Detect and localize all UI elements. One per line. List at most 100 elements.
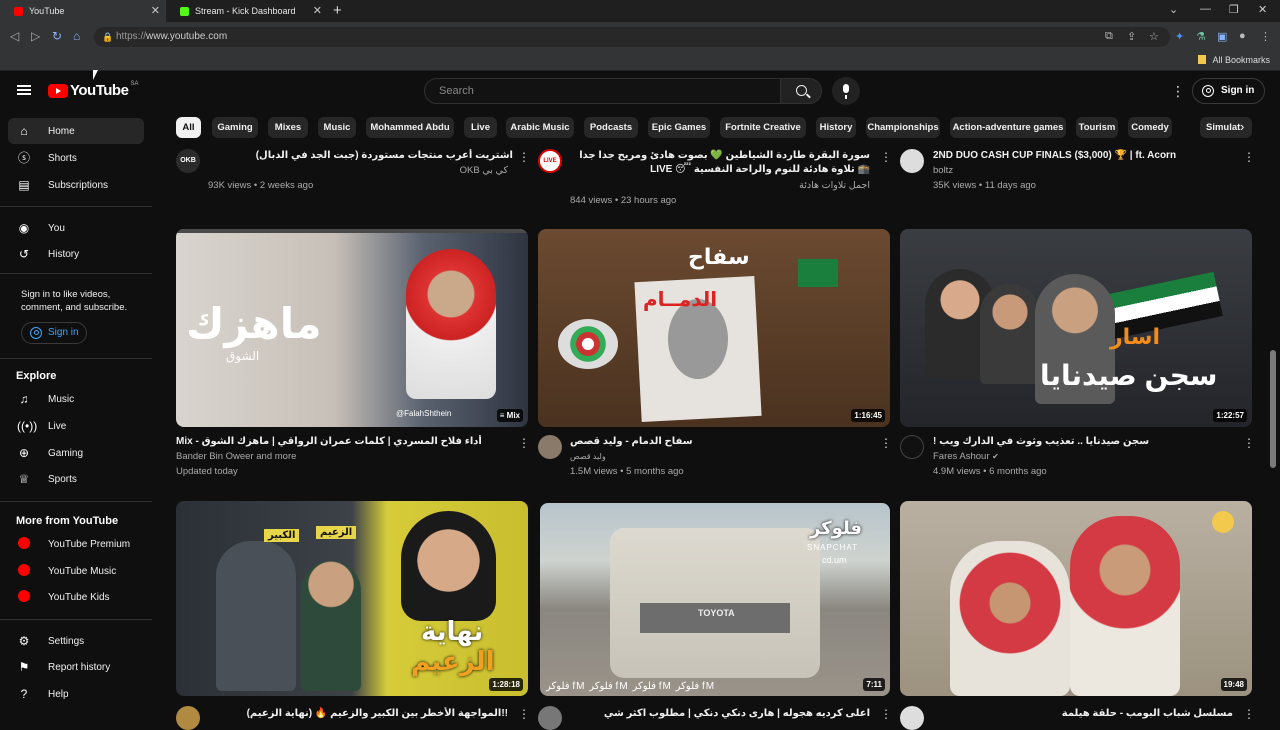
- chevron-right-icon[interactable]: ›: [1240, 119, 1244, 134]
- channel-avatar[interactable]: [538, 435, 562, 459]
- sidebar-item-report-history[interactable]: ⚑ Report history: [8, 654, 144, 680]
- page-scrollbar[interactable]: [1270, 350, 1276, 468]
- sidebar-item-youtube-music[interactable]: YouTube Music: [8, 558, 144, 584]
- reload-icon[interactable]: ↻: [52, 29, 62, 43]
- channel-avatar[interactable]: [900, 149, 924, 173]
- close-tab-icon[interactable]: ✕: [313, 4, 322, 17]
- chip-all[interactable]: All: [176, 117, 201, 138]
- share-icon[interactable]: ⇪: [1127, 30, 1136, 43]
- browser-tab-kick[interactable]: Stream - Kick Dashboard ✕: [166, 0, 328, 22]
- video-thumbnail[interactable]: سفاح الدمــام 1:16:45: [538, 229, 890, 427]
- chip[interactable]: Mixes: [268, 117, 308, 138]
- video-title[interactable]: 2ND DUO CASH CUP FINALS ($3,000) 🏆 | ft.…: [933, 149, 1233, 163]
- channel-name[interactable]: Fares Ashour ✔: [933, 450, 999, 464]
- more-actions-icon[interactable]: ⋮: [1243, 707, 1255, 721]
- video-title[interactable]: اعلى كرديه هجوله | هارى دنكي دنكي | مطلو…: [570, 707, 870, 721]
- more-actions-icon[interactable]: ⋮: [1243, 150, 1255, 164]
- more-actions-icon[interactable]: ⋮: [880, 150, 892, 164]
- channel-avatar[interactable]: [538, 706, 562, 730]
- video-title[interactable]: Mix - أداء فلاح المسردي | كلمات عمران ال…: [176, 435, 506, 449]
- video-title[interactable]: سجن صيدنايا .. تعذيب وثوث في الدارك ويب …: [933, 435, 1233, 449]
- channel-avatar[interactable]: OKB: [176, 149, 200, 173]
- sidebar-item-settings[interactable]: ⚙ Settings: [8, 628, 144, 654]
- channel-name[interactable]: boltz: [933, 164, 953, 178]
- channel-avatar[interactable]: [176, 706, 200, 730]
- sidebar-item-youtube-kids[interactable]: YouTube Kids: [8, 584, 144, 610]
- chip[interactable]: Comedy: [1128, 117, 1172, 138]
- chip[interactable]: Mohammed Abdu: [366, 117, 454, 138]
- extension-icon[interactable]: ✦: [1175, 30, 1184, 43]
- video-thumbnail[interactable]: ماهزك الشوق @FalahShthein ≡ Mix: [176, 229, 528, 427]
- sidebar-item-gaming[interactable]: ⊕ Gaming: [8, 440, 144, 466]
- chip[interactable]: Tourism: [1076, 117, 1118, 138]
- video-title[interactable]: اشتريت أعرب منتجات مستوردة (جبت الجد في …: [208, 149, 513, 163]
- channel-name[interactable]: كي بي OKB: [208, 164, 508, 178]
- search-input[interactable]: Search: [424, 78, 781, 104]
- forward-icon[interactable]: ▷: [31, 29, 40, 43]
- sidebar-item-music[interactable]: ♫ Music: [8, 386, 144, 412]
- more-actions-icon[interactable]: ⋮: [518, 707, 530, 721]
- chip[interactable]: Action-adventure games: [950, 117, 1066, 138]
- video-title[interactable]: مسلسل شباب البومب - حلقة هيلمة: [933, 707, 1233, 721]
- extension-icon[interactable]: ⚗: [1196, 30, 1206, 43]
- more-actions-icon[interactable]: ⋮: [1243, 436, 1255, 450]
- chip[interactable]: Podcasts: [584, 117, 638, 138]
- install-app-icon[interactable]: ⧉: [1105, 30, 1113, 43]
- search-button[interactable]: [780, 78, 822, 104]
- profile-icon[interactable]: ●: [1239, 30, 1246, 42]
- sidebar-sign-in-button[interactable]: Sign in: [21, 322, 87, 344]
- sidebar-item-home[interactable]: ⌂ Home: [8, 118, 144, 144]
- site-info-icon[interactable]: 🔒: [102, 27, 113, 47]
- minimize-icon[interactable]: —: [1200, 3, 1211, 15]
- sidebar-item-live[interactable]: ((•)) Live: [8, 413, 144, 439]
- more-actions-icon[interactable]: ⋮: [880, 436, 892, 450]
- video-title[interactable]: سفاح الدمام - وليد قصص: [570, 435, 870, 449]
- url-field[interactable]: 🔒 https://www.youtube.com: [94, 27, 1170, 47]
- hamburger-menu-icon[interactable]: [17, 85, 31, 95]
- chip[interactable]: Live: [464, 117, 497, 138]
- bookmark-icon[interactable]: ☆: [1149, 30, 1159, 43]
- chip[interactable]: Gaming: [212, 117, 258, 138]
- sidebar-item-you[interactable]: ◉ You: [8, 215, 144, 241]
- restore-icon[interactable]: ❐: [1229, 3, 1239, 16]
- browser-menu-icon[interactable]: ⋮: [1260, 30, 1271, 43]
- video-thumbnail[interactable]: الكبير الزعيم نهاية الزعيم 1:28:18: [176, 501, 528, 696]
- video-title[interactable]: سورة البقرة طاردة الشياطين 💚 بصوت هادئ و…: [570, 149, 870, 179]
- youtube-logo[interactable]: YouTube SA: [48, 81, 138, 99]
- sidebar-item-subscriptions[interactable]: ▤ Subscriptions: [8, 172, 144, 198]
- close-window-icon[interactable]: ✕: [1258, 3, 1267, 16]
- sidebar-item-help[interactable]: ? Help: [8, 681, 144, 707]
- all-bookmarks-button[interactable]: All Bookmarks: [1198, 55, 1270, 65]
- more-actions-icon[interactable]: ⋮: [518, 436, 530, 450]
- settings-menu-icon[interactable]: ⋮: [1171, 83, 1185, 100]
- chip[interactable]: Music: [318, 117, 356, 138]
- side-panel-icon[interactable]: ▣: [1217, 30, 1227, 43]
- chip[interactable]: History: [816, 117, 856, 138]
- tab-search-icon[interactable]: ⌄: [1169, 3, 1178, 16]
- chip[interactable]: Championships: [866, 117, 940, 138]
- channel-avatar[interactable]: [900, 435, 924, 459]
- voice-search-icon[interactable]: [832, 77, 860, 105]
- video-thumbnail[interactable]: اسار سجن صيدنايا 1:22:57: [900, 229, 1252, 427]
- channel-name[interactable]: اجمل تلاوات هادئة: [570, 179, 870, 193]
- sign-in-button[interactable]: Sign in: [1192, 78, 1266, 104]
- video-title[interactable]: !!المواجهة الأخطر بين الكبير والزعيم 🔥 (…: [208, 707, 508, 721]
- close-tab-icon[interactable]: ✕: [151, 4, 160, 17]
- sidebar-item-history[interactable]: ↺ History: [8, 241, 144, 267]
- back-icon[interactable]: ◁: [10, 29, 19, 43]
- channel-avatar[interactable]: [900, 706, 924, 730]
- video-thumbnail[interactable]: 19:48: [900, 501, 1252, 696]
- plus-icon[interactable]: +: [333, 2, 342, 19]
- browser-tab-youtube[interactable]: YouTube ✕: [0, 0, 166, 22]
- channel-avatar[interactable]: LIVE: [538, 149, 562, 173]
- channel-name[interactable]: وليد قصص: [570, 450, 606, 464]
- video-thumbnail[interactable]: TOYOTA فلوكر SNAPCHAT cd.um فلوكر fM فلو…: [540, 503, 890, 696]
- sidebar-item-sports[interactable]: ♕ Sports: [8, 466, 144, 492]
- more-actions-icon[interactable]: ⋮: [880, 707, 892, 721]
- sidebar-item-youtube-premium[interactable]: YouTube Premium: [8, 531, 144, 557]
- chip[interactable]: Epic Games: [648, 117, 710, 138]
- chip[interactable]: Arabic Music: [506, 117, 574, 138]
- more-actions-icon[interactable]: ⋮: [518, 150, 530, 164]
- sidebar-item-shorts[interactable]: ⓢ Shorts: [8, 145, 144, 171]
- home-browser-icon[interactable]: ⌂: [73, 29, 80, 43]
